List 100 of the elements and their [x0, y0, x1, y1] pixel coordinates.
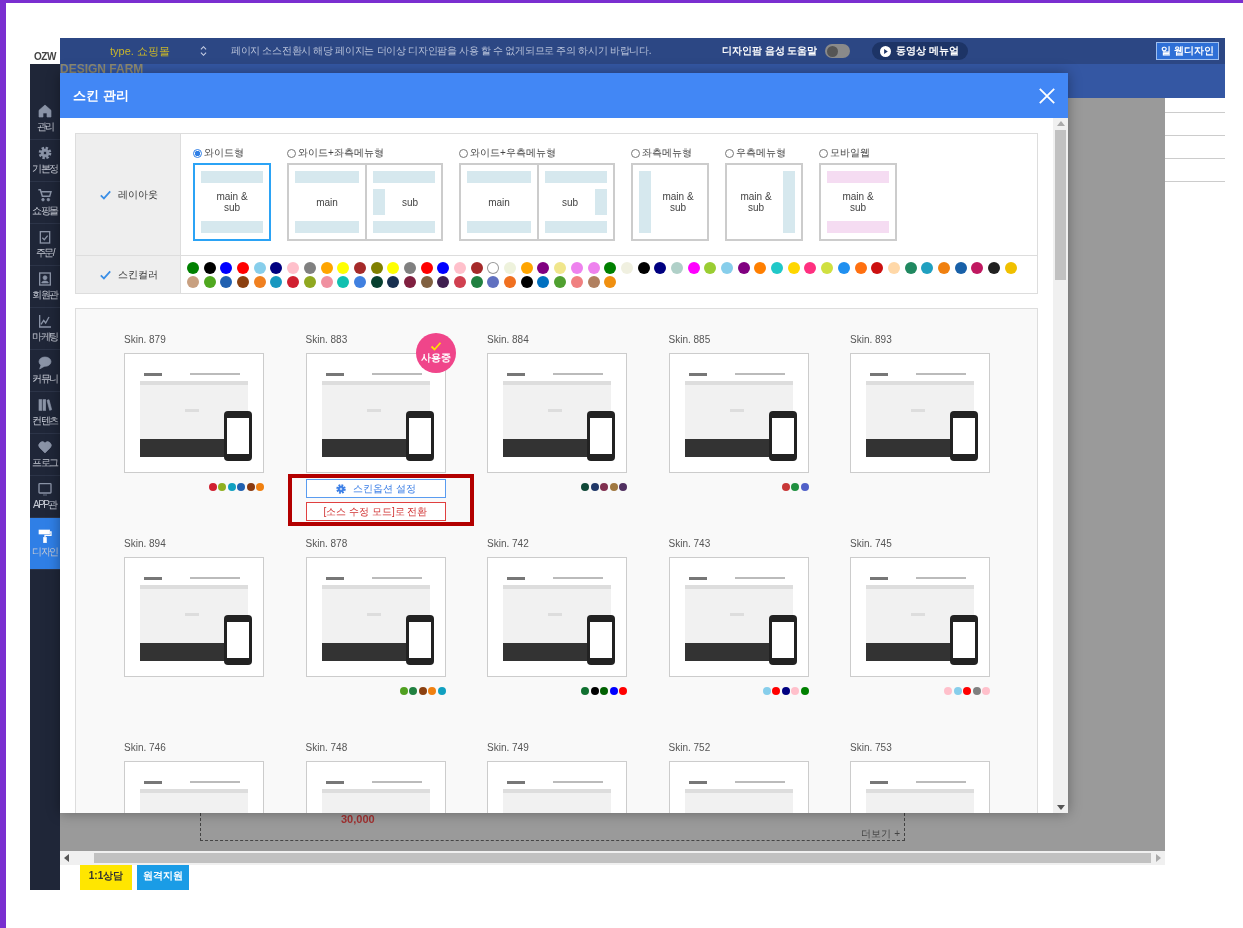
- color-swatch[interactable]: [581, 483, 589, 491]
- color-swatch[interactable]: [587, 276, 600, 288]
- color-swatch[interactable]: [454, 262, 466, 274]
- layout-option[interactable]: main sub: [287, 163, 443, 241]
- color-swatch[interactable]: [418, 687, 427, 695]
- color-swatch[interactable]: [554, 276, 567, 288]
- color-swatch[interactable]: [762, 687, 771, 695]
- color-swatch[interactable]: [1004, 262, 1017, 274]
- layout-option[interactable]: main & sub: [819, 163, 897, 241]
- radio-button[interactable]: [459, 148, 468, 158]
- color-swatch[interactable]: [470, 276, 483, 288]
- layout-option[interactable]: main & sub: [193, 163, 271, 241]
- color-swatch[interactable]: [904, 262, 917, 274]
- up-down-arrows-icon[interactable]: [199, 45, 207, 57]
- color-swatch[interactable]: [520, 262, 533, 274]
- toggle-switch[interactable]: [825, 44, 851, 58]
- color-swatch[interactable]: [791, 687, 799, 695]
- color-swatch[interactable]: [800, 687, 809, 695]
- color-swatch[interactable]: [237, 276, 250, 288]
- color-swatch[interactable]: [303, 262, 316, 274]
- color-swatch[interactable]: [670, 262, 683, 274]
- color-swatch[interactable]: [637, 262, 650, 274]
- layout-option-label[interactable]: 와이드형: [204, 146, 244, 160]
- web-design-button[interactable]: 일 웹디자인: [1156, 42, 1219, 60]
- color-swatch[interactable]: [581, 687, 589, 695]
- skin-options-button[interactable]: 스킨옵션 설정: [305, 479, 446, 498]
- color-swatch[interactable]: [487, 262, 500, 274]
- skin-thumbnail[interactable]: [487, 557, 627, 677]
- color-swatch[interactable]: [771, 262, 784, 274]
- color-swatch[interactable]: [487, 276, 500, 288]
- color-swatch[interactable]: [387, 276, 400, 288]
- color-swatch[interactable]: [937, 262, 950, 274]
- layout-option-label[interactable]: 와이드+좌측메뉴형: [298, 146, 384, 160]
- color-swatch[interactable]: [537, 276, 550, 288]
- layout-option-label[interactable]: 모바일웹: [830, 146, 870, 160]
- color-swatch[interactable]: [287, 262, 300, 274]
- horizontal-scrollbar[interactable]: [60, 851, 1165, 865]
- color-swatch[interactable]: [704, 262, 717, 274]
- skin-thumbnail[interactable]: [124, 557, 264, 677]
- color-swatch[interactable]: [420, 276, 433, 288]
- scroll-thumb[interactable]: [1055, 130, 1066, 280]
- color-swatch[interactable]: [237, 262, 250, 274]
- color-swatch[interactable]: [409, 687, 417, 695]
- color-swatch[interactable]: [256, 483, 264, 491]
- scroll-thumb[interactable]: [94, 853, 1151, 863]
- color-swatch[interactable]: [921, 262, 934, 274]
- radio-button[interactable]: [819, 148, 828, 158]
- color-swatch[interactable]: [821, 262, 834, 274]
- color-swatch[interactable]: [203, 262, 216, 274]
- color-swatch[interactable]: [609, 483, 618, 491]
- skin-thumbnail[interactable]: [850, 353, 990, 473]
- color-swatch[interactable]: [737, 262, 750, 274]
- color-swatch[interactable]: [504, 262, 517, 274]
- color-swatch[interactable]: [537, 262, 550, 274]
- radio-button[interactable]: [193, 148, 202, 158]
- more-link[interactable]: 더보기 +: [861, 828, 900, 840]
- color-swatch[interactable]: [654, 262, 667, 274]
- color-swatch[interactable]: [754, 262, 767, 274]
- color-swatch[interactable]: [187, 262, 199, 274]
- color-swatch[interactable]: [600, 483, 608, 491]
- color-swatch[interactable]: [303, 276, 316, 288]
- color-swatch[interactable]: [387, 262, 400, 274]
- layout-option-label[interactable]: 좌측메뉴형: [642, 146, 692, 160]
- close-icon[interactable]: [1038, 86, 1056, 105]
- color-swatch[interactable]: [420, 262, 433, 274]
- color-swatch[interactable]: [604, 262, 617, 274]
- color-swatch[interactable]: [982, 687, 990, 695]
- color-swatch[interactable]: [787, 262, 800, 274]
- scroll-down-arrow-icon[interactable]: [1056, 804, 1065, 810]
- color-swatch[interactable]: [800, 483, 809, 491]
- scroll-left-arrow-icon[interactable]: [64, 854, 70, 862]
- color-swatch[interactable]: [353, 276, 366, 288]
- color-swatch[interactable]: [270, 262, 283, 274]
- color-swatch[interactable]: [570, 262, 583, 274]
- color-swatch[interactable]: [721, 262, 733, 274]
- color-swatch[interactable]: [954, 262, 967, 274]
- color-swatch[interactable]: [590, 483, 599, 491]
- color-swatch[interactable]: [953, 687, 962, 695]
- color-swatch[interactable]: [772, 687, 780, 695]
- color-swatch[interactable]: [437, 262, 450, 274]
- color-swatch[interactable]: [454, 276, 466, 288]
- skin-thumbnail[interactable]: [124, 353, 264, 473]
- skin-thumbnail[interactable]: [305, 557, 446, 677]
- color-swatch[interactable]: [972, 687, 981, 695]
- color-swatch[interactable]: [218, 483, 226, 491]
- color-swatch[interactable]: [609, 687, 618, 695]
- color-swatch[interactable]: [791, 483, 799, 491]
- color-swatch[interactable]: [337, 262, 350, 274]
- color-swatch[interactable]: [320, 276, 333, 288]
- color-swatch[interactable]: [944, 687, 952, 695]
- color-swatch[interactable]: [520, 276, 533, 288]
- color-swatch[interactable]: [403, 262, 416, 274]
- color-swatch[interactable]: [203, 276, 216, 288]
- scroll-up-arrow-icon[interactable]: [1056, 121, 1065, 127]
- color-swatch[interactable]: [403, 276, 416, 288]
- color-swatch[interactable]: [871, 262, 884, 274]
- color-swatch[interactable]: [437, 687, 446, 695]
- color-swatch[interactable]: [590, 687, 599, 695]
- color-swatch[interactable]: [220, 276, 233, 288]
- layout-option-label[interactable]: 와이드+우측메뉴형: [470, 146, 556, 160]
